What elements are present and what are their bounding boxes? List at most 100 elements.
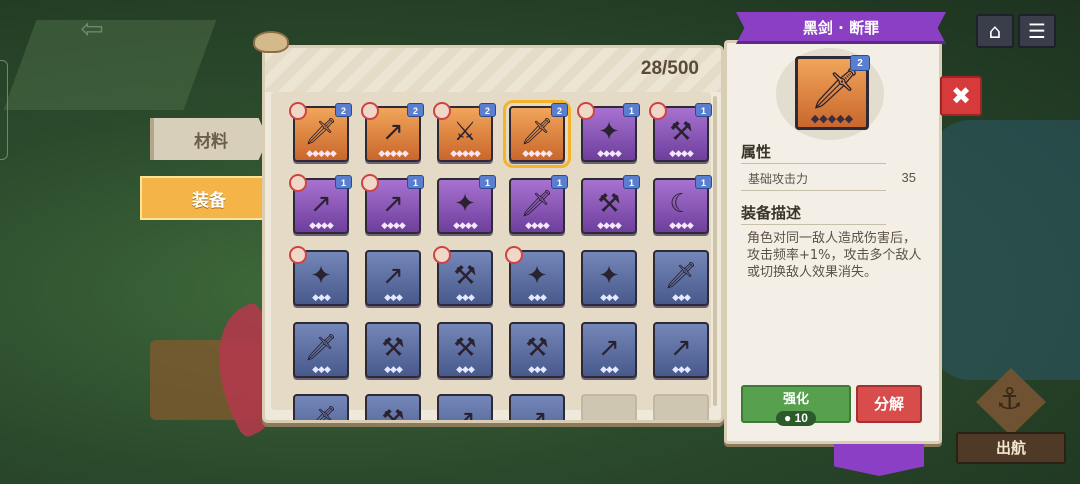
item-slot[interactable]: ↗ ◆◆◆◆ 1 (361, 174, 424, 234)
item-slot[interactable]: ⚒ (365, 394, 421, 423)
tab-equipment[interactable]: 装备 (140, 176, 278, 220)
item-slot[interactable]: ✦ ◆◆◆ (289, 246, 349, 306)
item-level-badge: 1 (551, 175, 568, 189)
stat-value: 35 (901, 170, 916, 185)
item-slot[interactable]: ⚒ ◆◆◆◆ 1 (649, 102, 712, 162)
hero-avatar (289, 246, 307, 264)
sail-button[interactable]: 出航 (956, 432, 1066, 464)
empty-slot (581, 394, 637, 420)
item-stars: ◆◆◆◆◆ (306, 149, 337, 159)
item-slot[interactable]: ⚔ ◆◆◆◆◆ 2 (433, 102, 496, 162)
item-level-badge: 1 (407, 175, 424, 189)
item-level-badge: 1 (335, 175, 352, 189)
item-stars: ◆◆◆◆ (597, 221, 622, 231)
item-slot[interactable]: ✦ ◆◆◆ (581, 250, 637, 306)
hero-avatar (577, 102, 595, 120)
item-level-badge: 2 (335, 103, 352, 117)
detail-ribbon-tail (834, 444, 924, 476)
close-button[interactable]: ✖ (940, 76, 982, 116)
hero-avatar (289, 102, 307, 120)
side-handle[interactable] (0, 60, 8, 160)
coin-icon: ● (784, 411, 795, 425)
spear-icon: ↗ (382, 261, 404, 291)
item-slot[interactable]: ⚒ ◆◆◆ (365, 322, 421, 378)
item-slot[interactable]: ✦ ◆◆◆ (505, 246, 565, 306)
item-stars: ◆◆◆ (384, 365, 403, 375)
enhance-button[interactable]: 强化 ● 10 (741, 385, 851, 426)
spear-icon: ↗ (310, 189, 332, 219)
shuriken-icon: ✦ (526, 261, 548, 291)
spear-icon: ↗ (382, 189, 404, 219)
item-stars: ◆◆◆◆ (525, 221, 550, 231)
item-slot[interactable]: 🗡 (293, 394, 349, 420)
decompose-button[interactable]: 分解 (856, 385, 922, 423)
item-stars: ◆◆◆ (384, 293, 403, 303)
item-slot[interactable]: ☾ ◆◆◆◆ 1 (653, 175, 712, 234)
item-stars: ◆◆◆◆ (453, 221, 478, 231)
background-terrain (3, 20, 217, 110)
sword-icon: 🗡 (520, 117, 554, 147)
empty-slot (653, 394, 709, 420)
menu-button[interactable]: ☰ (1018, 14, 1056, 48)
hero-avatar (433, 102, 451, 120)
item-slot[interactable]: ⚒ ◆◆◆ (433, 246, 493, 306)
item-stars: ◆◆◆ (600, 293, 619, 303)
hero-avatar (361, 102, 379, 120)
hero-avatar (361, 174, 379, 192)
item-stars: ◆◆◆ (672, 293, 691, 303)
item-slot[interactable]: ✦ ◆◆◆◆ 1 (577, 102, 640, 162)
item-stars: ◆◆◆ (528, 293, 547, 303)
item-slot[interactable]: ⚒ ◆◆◆◆ 1 (581, 175, 640, 234)
panel-clip-decoration (253, 31, 289, 53)
sword-icon: 🗡 (664, 261, 698, 291)
shuriken-icon: ✦ (310, 261, 332, 291)
axe-icon: ⚒ (597, 189, 621, 219)
axe-icon: ⚒ (669, 117, 693, 147)
spear-icon: ↗ (526, 405, 548, 423)
scythe-icon: ☾ (669, 189, 693, 219)
back-arrow-icon[interactable]: ⇦ (74, 14, 110, 44)
item-level-badge: 2 (551, 103, 568, 117)
item-slot[interactable]: ⚒ ◆◆◆ (509, 322, 565, 378)
item-level-badge: 1 (695, 103, 712, 117)
item-slot[interactable]: 🗡 ◆◆◆ (653, 250, 709, 306)
item-slot[interactable]: 🗡 ◆◆◆◆◆ 2 (503, 100, 571, 168)
hammer-icon: ⚒ (453, 333, 477, 363)
shuriken-icon: ✦ (598, 261, 620, 291)
item-grid[interactable]: 🗡 ◆◆◆◆◆ 2 ↗ ◆◆◆◆◆ 2 ⚔ ◆◆◆◆◆ 2 🗡 ◆◆◆◆◆ 2 ✦ ◆◆◆◆ 1 ⚒ ◆◆◆◆ 1… (271, 92, 712, 420)
home-button[interactable]: ⌂ (976, 14, 1014, 48)
item-slot[interactable]: ↗ ◆◆◆ (653, 322, 709, 378)
item-slot[interactable]: ↗ ◆◆◆◆ 1 (289, 174, 352, 234)
item-slot[interactable]: ↗ ◆◆◆ (365, 250, 421, 306)
background-water (930, 120, 1080, 380)
spear-icon: ↗ (454, 405, 476, 423)
hammer-icon: ⚒ (525, 333, 549, 363)
item-stars: ◆◆◆ (312, 293, 331, 303)
item-stars: ◆◆◆ (600, 365, 619, 375)
item-stars: ◆◆◆ (456, 293, 475, 303)
item-slot[interactable]: ↗ (509, 394, 565, 423)
item-stars: ◆◆◆ (672, 365, 691, 375)
home-icon: ⌂ (988, 19, 1002, 43)
tab-materials[interactable]: 材料 (150, 118, 268, 160)
close-icon: ✖ (950, 82, 972, 110)
hammer-icon: ⚒ (381, 405, 405, 423)
spear-icon: ↗ (598, 333, 620, 363)
item-slot[interactable]: 🗡 ◆◆◆◆ 1 (509, 175, 568, 234)
item-stars: ◆◆◆ (456, 365, 475, 375)
item-slot[interactable]: 🗡 ◆◆◆ (293, 322, 349, 378)
grid-scrollbar[interactable] (713, 96, 717, 406)
attributes-heading: 属性 (741, 143, 772, 161)
item-level-badge: 2 (850, 55, 870, 71)
item-slot[interactable]: ✦ ◆◆◆◆ 1 (437, 175, 496, 234)
item-slot[interactable]: ↗ ◆◆◆ (581, 322, 637, 378)
divider (741, 190, 886, 191)
item-slot[interactable]: ↗ (437, 394, 493, 423)
item-slot[interactable]: 🗡 ◆◆◆◆◆ 2 (289, 102, 352, 162)
item-stars: ◆◆◆◆ (669, 221, 694, 231)
spear-icon: ↗ (382, 117, 404, 147)
item-slot[interactable]: ↗ ◆◆◆◆◆ 2 (361, 102, 424, 162)
shuriken-icon: ✦ (598, 117, 620, 147)
hero-avatar (433, 246, 451, 264)
item-slot[interactable]: ⚒ ◆◆◆ (437, 322, 493, 378)
